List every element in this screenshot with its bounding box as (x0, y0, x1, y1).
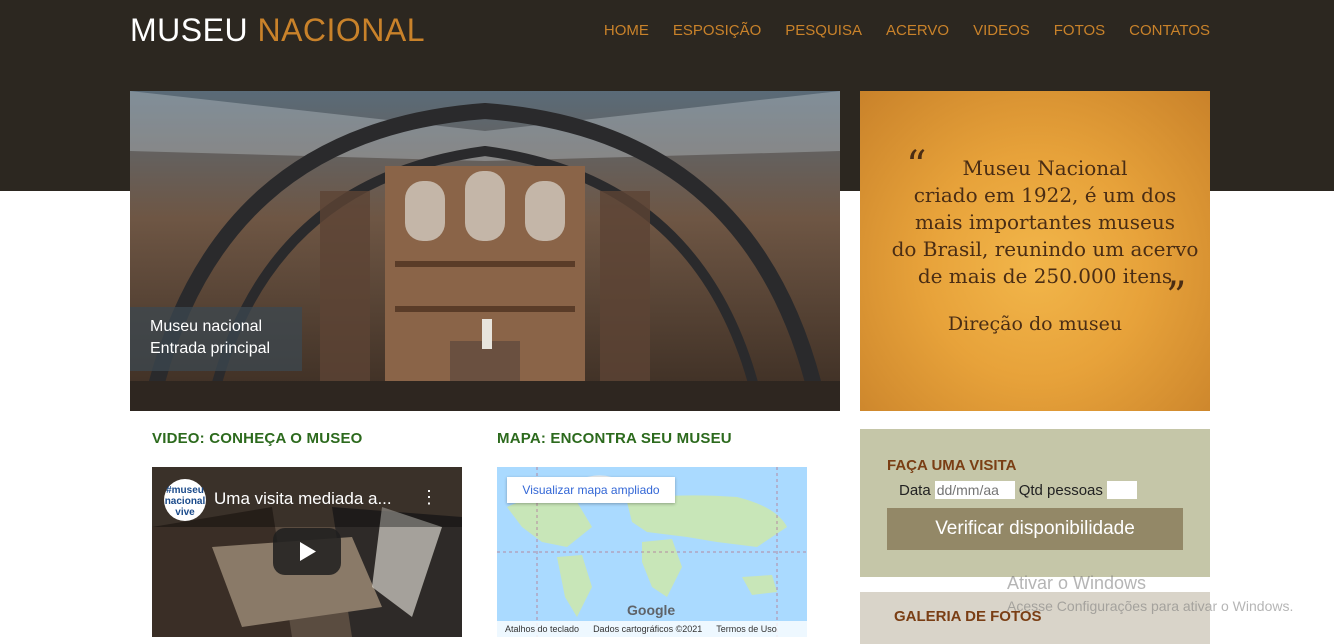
logo-part-nacional: NACIONAL (257, 12, 426, 48)
quote-author: Direção do museu (947, 313, 1123, 335)
gallery-heading: GALERIA DE FOTOS (894, 608, 1042, 625)
nav-home[interactable]: HOME (604, 22, 649, 39)
channel-logo-line: #museu (166, 485, 204, 496)
channel-logo-line: nacional (164, 496, 206, 507)
map-section-heading: MAPA: ENCONTRA SEU MUSEU (497, 430, 732, 447)
map-keyboard-shortcuts-link[interactable]: Atalhos do teclado (505, 624, 579, 637)
video-section-heading: VIDEO: CONHEÇA O MUSEO (152, 430, 363, 447)
channel-logo[interactable]: #museu nacional vive (164, 479, 206, 521)
quote-line: de mais de 250.000 itens (917, 264, 1173, 288)
video-more-icon[interactable]: ⋮ (420, 487, 438, 508)
site-logo[interactable]: MUSEU NACIONAL (130, 12, 425, 49)
map-data-attribution: Dados cartográficos ©2021 (593, 624, 703, 634)
quote-text: Museu Nacional criado em 1922, é um dos … (860, 155, 1210, 290)
people-count-label: Qtd pessoas (1018, 481, 1103, 499)
view-larger-map-button[interactable]: Visualizar mapa ampliado (507, 477, 675, 503)
people-count-input[interactable] (1106, 481, 1137, 499)
date-input[interactable] (934, 481, 1015, 499)
quote-line: Museu Nacional (962, 156, 1128, 180)
map-footer: Atalhos do teclado Dados cartográficos ©… (497, 621, 807, 637)
channel-logo-line: vive (175, 507, 195, 518)
nav-videos[interactable]: VIDEOS (973, 22, 1030, 39)
video-title[interactable]: Uma visita mediada a... (214, 489, 392, 509)
logo-part-museu: MUSEU (130, 12, 249, 48)
play-button[interactable] (273, 528, 341, 575)
play-icon (300, 542, 316, 561)
gallery-panel: GALERIA DE FOTOS (860, 592, 1210, 644)
date-label: Data (899, 481, 931, 499)
nav-esposicao[interactable]: ESPOSIÇÃO (673, 22, 761, 39)
hero-caption-title: Museu nacional (150, 318, 263, 335)
nav-acervo[interactable]: ACERVO (886, 22, 949, 39)
quote-panel: “ Museu Nacional criado em 1922, é um do… (860, 91, 1210, 411)
hero-caption-subtitle: Entrada principal (150, 340, 271, 357)
visit-form-row: Data Qtd pessoas (899, 481, 1137, 499)
quote-line: do Brasil, reunindo um acervo (891, 237, 1199, 261)
hero-caption: Museu nacional Entrada principal (130, 307, 302, 371)
hero-image: Museu nacional Entrada principal (130, 91, 840, 411)
nav-pesquisa[interactable]: PESQUISA (785, 22, 862, 39)
map-terms-link[interactable]: Termos de Uso (716, 624, 777, 637)
nav-contatos[interactable]: CONTATOS (1129, 22, 1210, 39)
quote-line: criado em 1922, é um dos (913, 183, 1177, 207)
quote-line: mais importantes museus (914, 210, 1176, 234)
map-embed[interactable]: Visualizar mapa ampliado Google Atalhos … (497, 467, 807, 637)
video-embed[interactable]: #museu nacional vive Uma visita mediada … (152, 467, 462, 637)
main-nav: HOME ESPOSIÇÃO PESQUISA ACERVO VIDEOS FO… (604, 22, 1210, 39)
google-logo: Google (627, 602, 676, 618)
visit-form-panel: FAÇA UMA VISITA Data Qtd pessoas Verific… (860, 429, 1210, 577)
visit-heading: FAÇA UMA VISITA (887, 457, 1017, 474)
check-availability-button[interactable]: Verificar disponibilidade (887, 508, 1183, 550)
nav-fotos[interactable]: FOTOS (1054, 22, 1105, 39)
